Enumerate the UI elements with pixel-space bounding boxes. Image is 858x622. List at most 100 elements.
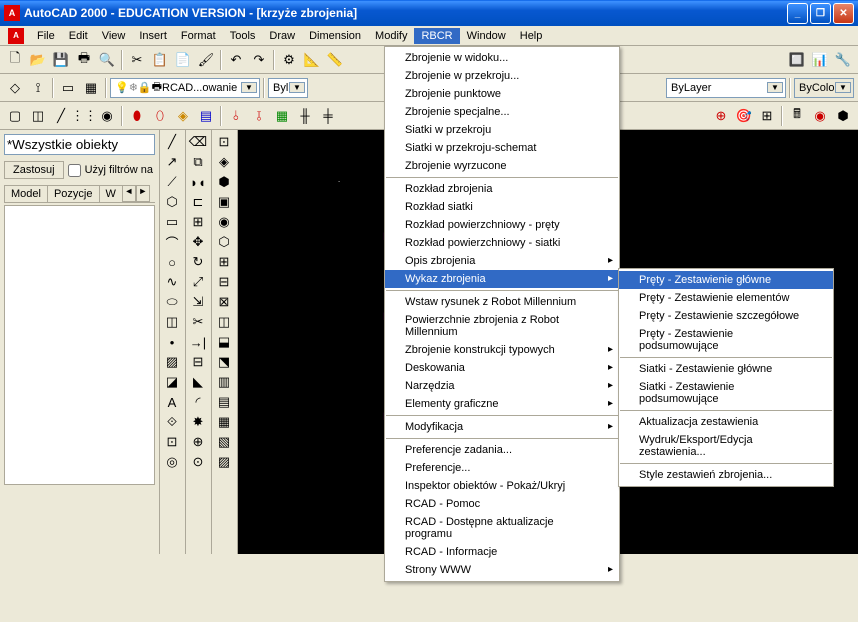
fillet-icon[interactable]: ◜ xyxy=(187,392,209,412)
menu-item[interactable]: Rozkład zbrojenia xyxy=(385,180,619,198)
menu-draw[interactable]: Draw xyxy=(262,28,302,44)
explode-icon[interactable]: ✸ xyxy=(187,412,209,432)
menu-item[interactable]: Preferencje... xyxy=(385,459,619,477)
region-icon[interactable]: ◪ xyxy=(161,372,183,392)
tool-icon[interactable]: 📐 xyxy=(301,49,323,71)
ellipse-icon[interactable]: ⬭ xyxy=(161,292,183,312)
tool-icon[interactable]: ▨ xyxy=(213,452,235,472)
tool-icon[interactable]: ⬢ xyxy=(213,172,235,192)
line-icon[interactable]: ╱ xyxy=(161,132,183,152)
tab-scroll-right[interactable]: ► xyxy=(136,185,150,202)
tool-icon[interactable]: ▭ xyxy=(57,77,79,99)
match-icon[interactable]: 🖌 xyxy=(195,49,217,71)
tool-icon[interactable]: ⫱ xyxy=(248,105,270,127)
filter-combo[interactable]: Byl xyxy=(268,78,308,98)
block-icon[interactable]: ◫ xyxy=(161,312,183,332)
circle-icon[interactable]: ○ xyxy=(161,252,183,272)
tab-model[interactable]: Model xyxy=(4,185,48,202)
tool-icon[interactable]: ⬮ xyxy=(126,105,148,127)
tool-icon[interactable]: ▢ xyxy=(4,105,26,127)
rect-icon[interactable]: ▭ xyxy=(161,212,183,232)
erase-icon[interactable]: ⌫ xyxy=(187,132,209,152)
tool-icon[interactable]: ◉ xyxy=(213,212,235,232)
menu-item[interactable]: Wstaw rysunek z Robot Millennium xyxy=(385,293,619,311)
tool-icon[interactable]: ⟟ xyxy=(27,77,49,99)
tab-w[interactable]: W xyxy=(99,185,123,202)
submenu-item[interactable]: Aktualizacja zestawienia xyxy=(619,413,833,431)
submenu-item[interactable]: Pręty - Zestawienie szczegółowe xyxy=(619,307,833,325)
chamfer-icon[interactable]: ◣ xyxy=(187,372,209,392)
menu-item[interactable]: Opis zbrojenia xyxy=(385,252,619,270)
menu-item[interactable]: Siatki w przekroju xyxy=(385,121,619,139)
menu-format[interactable]: Format xyxy=(174,28,223,44)
tool-icon[interactable]: 🔲 xyxy=(786,49,808,71)
submenu-item[interactable]: Pręty - Zestawienie główne xyxy=(619,271,833,289)
paste-icon[interactable]: 📄 xyxy=(172,49,194,71)
tool-icon[interactable]: ⚙ xyxy=(278,49,300,71)
hatch-icon[interactable]: ▨ xyxy=(161,352,183,372)
break-icon[interactable]: ⊟ xyxy=(187,352,209,372)
menu-item[interactable]: Preferencje zadania... xyxy=(385,441,619,459)
tool-icon[interactable]: ▦ xyxy=(80,77,102,99)
move-icon[interactable]: ✥ xyxy=(187,232,209,252)
minimize-button[interactable]: _ xyxy=(787,3,808,24)
calc-icon[interactable]: 🖩 xyxy=(786,105,808,127)
tool-icon[interactable]: ▣ xyxy=(213,192,235,212)
tool-icon[interactable]: ▦ xyxy=(271,105,293,127)
tab-scroll-left[interactable]: ◄ xyxy=(122,185,136,202)
tool-icon[interactable]: 🎯 xyxy=(733,105,755,127)
tool-icon[interactable]: ⬡ xyxy=(213,232,235,252)
tool-icon[interactable]: 📊 xyxy=(809,49,831,71)
scale-icon[interactable]: ⤢ xyxy=(187,272,209,292)
tool-icon[interactable]: ⊠ xyxy=(213,292,235,312)
save-icon[interactable]: 💾 xyxy=(50,49,72,71)
offset-icon[interactable]: ⊏ xyxy=(187,192,209,212)
tool-icon[interactable]: ◎ xyxy=(161,452,183,472)
tool-icon[interactable]: ▤ xyxy=(195,105,217,127)
menu-item[interactable]: Zbrojenie punktowe xyxy=(385,85,619,103)
menu-item[interactable]: Rozkład powierzchniowy - pręty xyxy=(385,216,619,234)
tool-icon[interactable]: ▥ xyxy=(213,372,235,392)
menu-dimension[interactable]: Dimension xyxy=(302,28,368,44)
menu-item[interactable]: Zbrojenie specjalne... xyxy=(385,103,619,121)
menu-edit[interactable]: Edit xyxy=(62,28,95,44)
undo-icon[interactable]: ↶ xyxy=(225,49,247,71)
tool-icon[interactable]: ⬓ xyxy=(213,332,235,352)
mirror-icon[interactable]: ◗◖ xyxy=(187,172,209,192)
tool-icon[interactable]: ⊕ xyxy=(710,105,732,127)
tool-icon[interactable]: 📏 xyxy=(324,49,346,71)
menu-item[interactable]: Zbrojenie wyrzucone xyxy=(385,157,619,175)
close-button[interactable]: ✕ xyxy=(833,3,854,24)
tool-icon[interactable]: ◫ xyxy=(213,312,235,332)
menu-item[interactable]: Elementy graficzne xyxy=(385,395,619,413)
menu-item[interactable]: Powierzchnie zbrojenia z Robot Millenniu… xyxy=(385,311,619,341)
menu-file[interactable]: File xyxy=(30,28,62,44)
tool-icon[interactable]: ⊞ xyxy=(213,252,235,272)
menu-window[interactable]: Window xyxy=(460,28,513,44)
tool-icon[interactable]: ◉ xyxy=(96,105,118,127)
tool-icon[interactable]: ╱ xyxy=(50,105,72,127)
tool-icon[interactable]: ⊙ xyxy=(187,452,209,472)
tool-icon[interactable]: ⊞ xyxy=(756,105,778,127)
menu-item[interactable]: Narzędzia xyxy=(385,377,619,395)
tool-icon[interactable]: 🔧 xyxy=(832,49,854,71)
copy-icon[interactable]: ⧉ xyxy=(187,152,209,172)
tool-icon[interactable]: ⊡ xyxy=(213,132,235,152)
tool-icon[interactable]: ⊕ xyxy=(187,432,209,452)
menu-item[interactable]: RCAD - Dostępne aktualizacje programu xyxy=(385,513,619,543)
submenu-item[interactable]: Siatki - Zestawienie główne xyxy=(619,360,833,378)
redo-icon[interactable]: ↷ xyxy=(248,49,270,71)
menu-insert[interactable]: Insert xyxy=(132,28,174,44)
submenu-item[interactable]: Wydruk/Eksport/Edycja zestawienia... xyxy=(619,431,833,461)
tool-icon[interactable]: ◉ xyxy=(809,105,831,127)
tool-icon[interactable]: ▤ xyxy=(213,392,235,412)
ray-icon[interactable]: ↗ xyxy=(161,152,183,172)
tool-icon[interactable]: ╪ xyxy=(317,105,339,127)
arc-icon[interactable]: ⌒ xyxy=(161,232,183,252)
menu-item[interactable]: RCAD - Informacje xyxy=(385,543,619,561)
menu-item[interactable]: Siatki w przekroju-schemat xyxy=(385,139,619,157)
tool-icon[interactable]: ◇ xyxy=(4,77,26,99)
tool-icon[interactable]: ◈ xyxy=(172,105,194,127)
menu-item[interactable]: Zbrojenie konstrukcji typowych xyxy=(385,341,619,359)
tab-pozycje[interactable]: Pozycje xyxy=(47,185,100,202)
